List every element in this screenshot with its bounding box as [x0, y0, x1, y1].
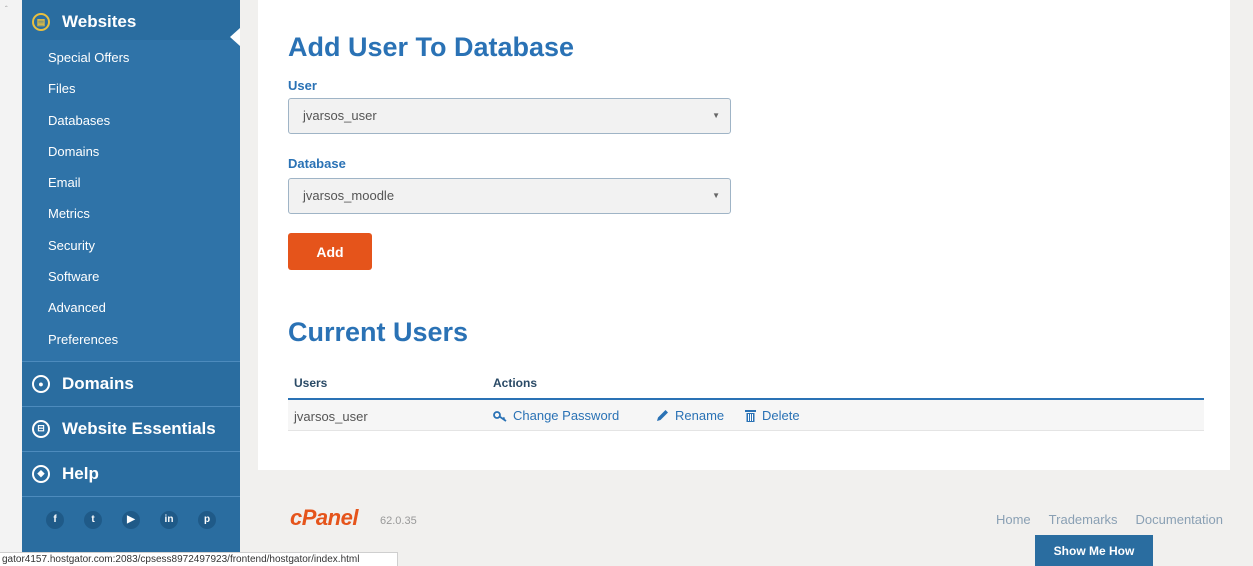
globe-icon: ● [32, 374, 50, 393]
sidebar-section-domains[interactable]: ● Domains [22, 362, 240, 406]
delete-link[interactable]: Delete [745, 408, 800, 423]
sidebar-item-preferences[interactable]: Preferences [22, 324, 240, 355]
column-header-users: Users [294, 376, 328, 390]
sidebar-item-files[interactable]: Files [22, 73, 240, 104]
cart-icon: ⊟ [32, 419, 50, 438]
user-select[interactable]: jvarsos_user ▼ [288, 98, 731, 134]
chevron-down-icon: ▼ [712, 191, 720, 200]
user-label: User [288, 78, 317, 93]
pinterest-icon[interactable]: p [198, 510, 216, 529]
column-header-actions: Actions [493, 376, 538, 390]
user-cell: jvarsos_user [294, 409, 368, 424]
sidebar: ▤ Websites Special Offers Files Database… [22, 0, 240, 566]
window-edge: ˆ [0, 0, 22, 566]
change-password-label: Change Password [513, 408, 620, 423]
sidebar-section-website-essentials[interactable]: ⊟ Website Essentials [22, 407, 240, 451]
sidebar-section-label: Help [62, 463, 99, 483]
sidebar-section-label: Websites [62, 12, 137, 31]
change-password-link[interactable]: Change Password [493, 408, 619, 423]
sidebar-item-special-offers[interactable]: Special Offers [22, 42, 240, 73]
footer-link-documentation[interactable]: Documentation [1136, 512, 1223, 527]
key-icon [493, 410, 507, 422]
twitter-icon[interactable]: t [84, 510, 102, 529]
footer-link-trademarks[interactable]: Trademarks [1049, 512, 1118, 527]
database-label: Database [288, 156, 346, 171]
user-select-value: jvarsos_user [303, 108, 377, 123]
add-button[interactable]: Add [288, 233, 372, 270]
page-title: Add User To Database [288, 32, 575, 62]
rename-link[interactable]: Rename [656, 408, 724, 423]
sidebar-section-label: Website Essentials [62, 418, 216, 438]
sidebar-item-databases[interactable]: Databases [22, 105, 240, 136]
database-select-value: jvarsos_moodle [303, 188, 395, 203]
chevron-down-icon: ▼ [712, 111, 720, 120]
youtube-icon[interactable]: ▶ [122, 510, 140, 529]
pencil-icon [657, 410, 668, 421]
browser-status-url: gator4157.hostgator.com:2083/cpsess89724… [0, 552, 398, 566]
social-links: f t ▶ in p [22, 497, 240, 529]
websites-icon: ▤ [32, 13, 50, 31]
help-icon: ◆ [32, 464, 50, 483]
footer-links: Home Trademarks Documentation [996, 512, 1223, 527]
database-select[interactable]: jvarsos_moodle ▼ [288, 178, 731, 214]
resize-grip-icon: ˆ [5, 5, 8, 14]
sidebar-item-metrics[interactable]: Metrics [22, 198, 240, 229]
sidebar-item-security[interactable]: Security [22, 230, 240, 261]
show-me-how-button[interactable]: Show Me How [1035, 535, 1153, 566]
trash-icon [745, 410, 756, 422]
table-row: jvarsos_user Change Password Rename Dele… [288, 400, 1204, 431]
sidebar-section-websites[interactable]: ▤ Websites [22, 0, 240, 46]
linkedin-icon[interactable]: in [160, 510, 178, 529]
rename-label: Rename [675, 408, 725, 423]
footer-link-home[interactable]: Home [996, 512, 1031, 527]
sidebar-item-advanced[interactable]: Advanced [22, 292, 240, 323]
cpanel-logo[interactable]: cPanel [290, 505, 358, 531]
sidebar-section-label: Domains [62, 373, 134, 393]
sidebar-item-email[interactable]: Email [22, 167, 240, 198]
sidebar-submenu: Special Offers Files Databases Domains E… [22, 40, 240, 361]
sidebar-section-help[interactable]: ◆ Help [22, 452, 240, 496]
cpanel-version: 62.0.35 [380, 515, 417, 527]
sidebar-item-domains[interactable]: Domains [22, 136, 240, 167]
sidebar-item-software[interactable]: Software [22, 261, 240, 292]
current-users-title: Current Users [288, 317, 469, 347]
delete-label: Delete [762, 408, 800, 423]
active-pointer [230, 28, 240, 46]
main-panel: Add User To Database User jvarsos_user ▼… [258, 0, 1230, 470]
facebook-icon[interactable]: f [46, 510, 64, 529]
